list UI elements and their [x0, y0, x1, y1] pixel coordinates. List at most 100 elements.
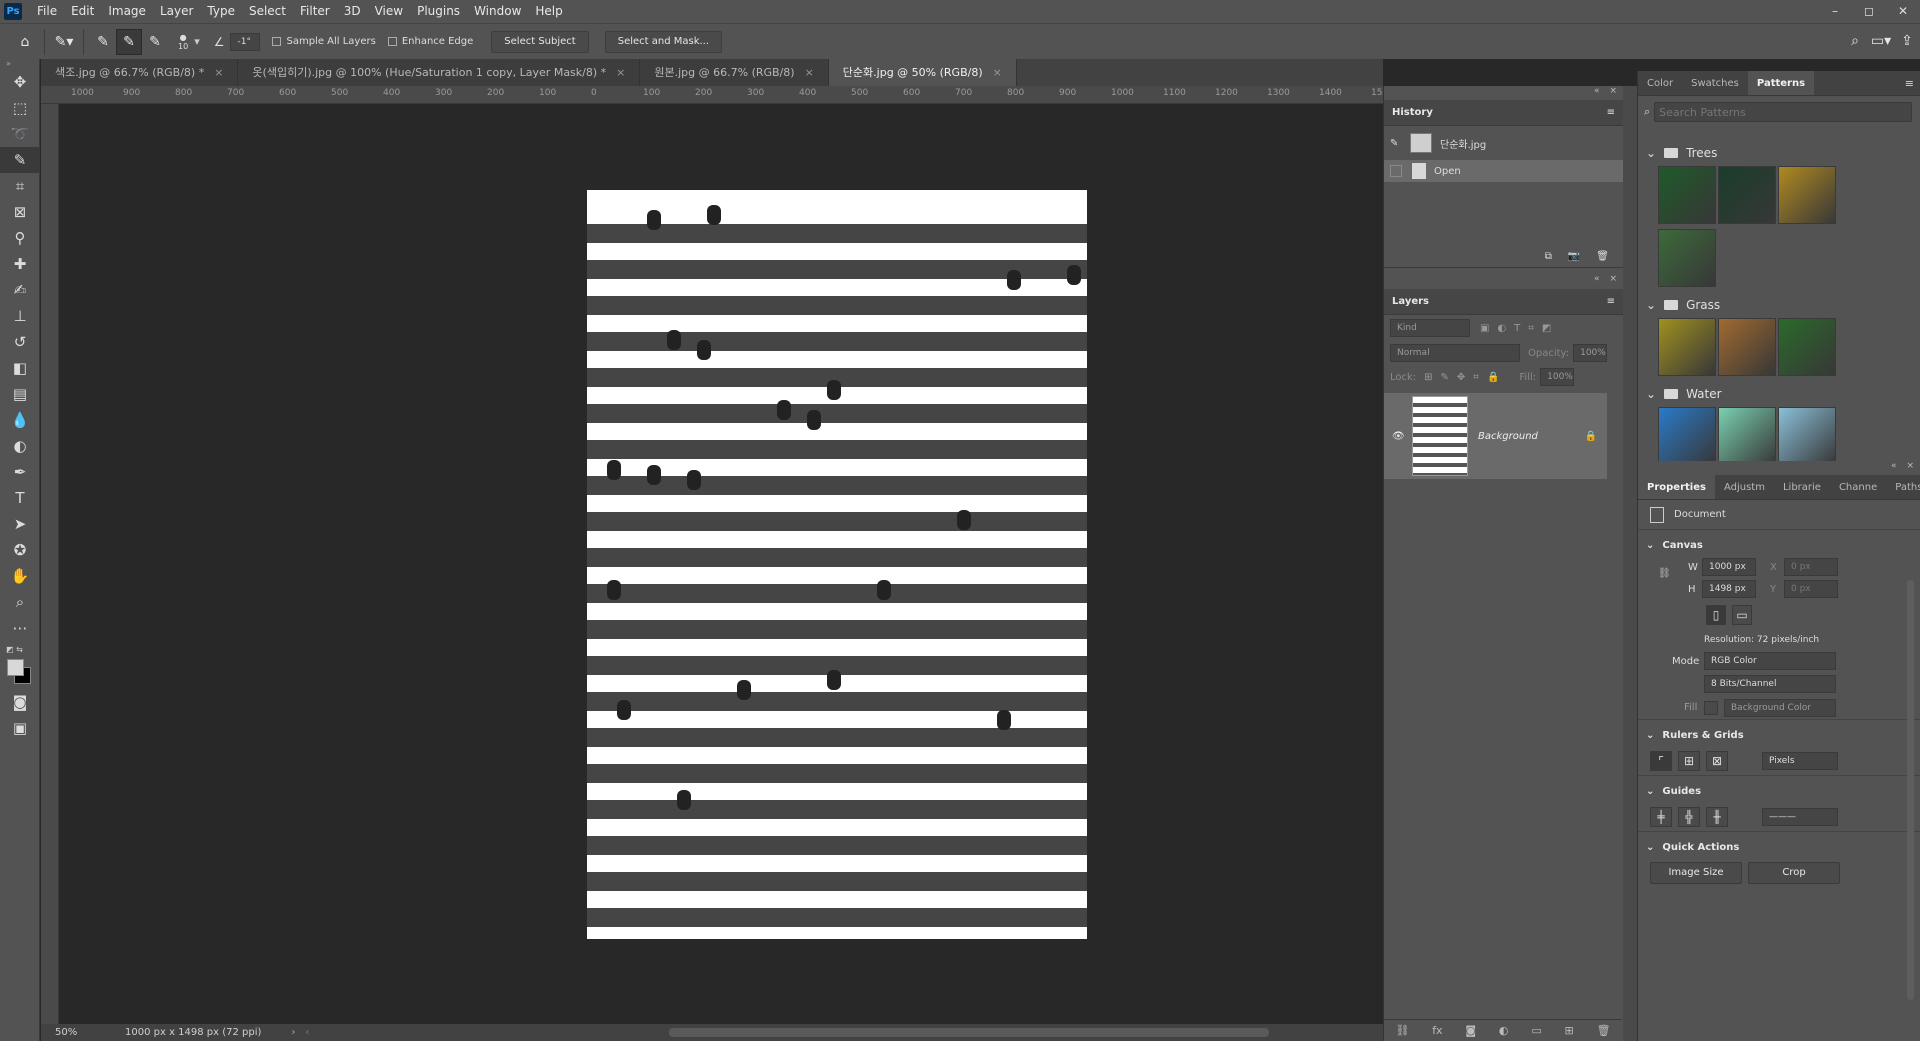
screen-mode-icon[interactable]: ▣ [0, 715, 40, 741]
quick-selection-preset-icon[interactable]: ✎▾ [51, 29, 77, 55]
tab-libraries[interactable]: Librarie [1774, 475, 1830, 499]
pattern-group-trees[interactable]: ⌄ Trees [1638, 142, 1920, 164]
chevron-down-icon[interactable]: ⌄ [1646, 540, 1654, 551]
fill-dropdown[interactable]: Background Color [1724, 698, 1836, 717]
opacity-field[interactable]: 100% [1573, 344, 1608, 362]
horizontal-scrollbar[interactable] [669, 1028, 1270, 1037]
menu-select[interactable]: Select [242, 0, 293, 23]
blur-tool-icon[interactable]: 💧 [0, 407, 40, 433]
type-tool-icon[interactable]: T [0, 485, 40, 511]
blend-mode-dropdown[interactable]: Normal [1390, 344, 1520, 362]
foreground-color-swatch[interactable] [7, 659, 24, 676]
tab-doc-3[interactable]: 원본.jpg @ 66.7% (RGB/8) × [640, 59, 829, 86]
history-snapshot[interactable]: ✎ 단순화.jpg [1384, 126, 1623, 160]
search-icon[interactable]: ⌕ [1842, 28, 1868, 54]
menu-file[interactable]: File [30, 0, 64, 23]
tab-paths[interactable]: Paths [1886, 475, 1920, 499]
bits-dropdown[interactable]: 8 Bits/Channel [1704, 675, 1836, 693]
shape-tool-icon[interactable]: ✪ [0, 537, 40, 563]
pattern-swatch[interactable] [1658, 318, 1716, 376]
eraser-tool-icon[interactable]: ◧ [0, 355, 40, 381]
properties-scrollbar[interactable] [1907, 580, 1914, 1000]
fx-icon[interactable]: fx [1432, 1024, 1442, 1037]
collapse-icon[interactable]: » [0, 59, 39, 69]
tab-doc-4[interactable]: 단순화.jpg @ 50% (RGB/8) × [828, 59, 1017, 86]
move-tool-icon[interactable]: ✥ [0, 69, 40, 95]
add-to-selection-icon[interactable]: ✎ [116, 28, 142, 55]
pen-tool-icon[interactable]: ✒ [0, 459, 40, 485]
grid-icon[interactable]: ⊞ [1678, 750, 1700, 771]
menu-layer[interactable]: Layer [153, 0, 200, 23]
tab-properties[interactable]: Properties [1638, 475, 1715, 499]
crop-tool-icon[interactable]: ⌗ [0, 173, 40, 199]
color-swatches[interactable]: ◩ ⇆ [0, 641, 39, 689]
layers-title[interactable]: Layers [1392, 296, 1429, 307]
pattern-swatch[interactable] [1658, 166, 1716, 224]
panel-menu-icon[interactable]: ≡ [1905, 71, 1914, 95]
quick-actions-header[interactable]: ⌄ Quick Actions [1638, 836, 1920, 858]
mode-dropdown[interactable]: RGB Color [1704, 652, 1836, 670]
history-item-open[interactable]: Open [1384, 160, 1623, 182]
restore-button[interactable]: ◻ [1852, 0, 1886, 23]
y-field[interactable]: 0 px [1784, 580, 1838, 598]
chevron-down-icon[interactable]: ▾ [194, 35, 200, 48]
brush-tool-icon[interactable]: ✍ [0, 277, 40, 303]
pattern-group-water[interactable]: ⌄ Water [1638, 383, 1920, 405]
history-brush-source-icon[interactable]: ✎ [1390, 138, 1406, 149]
canvas-section-header[interactable]: ⌄ Canvas [1638, 534, 1920, 556]
trash-icon[interactable]: 🗑 [1597, 1024, 1611, 1037]
menu-edit[interactable]: Edit [64, 0, 101, 23]
menu-window[interactable]: Window [467, 0, 528, 23]
image-size-button[interactable]: Image Size [1650, 862, 1742, 884]
brush-size-picker[interactable]: ● 10 [178, 33, 188, 51]
new-guide-icon[interactable]: ╬ [1678, 806, 1700, 827]
pattern-swatch[interactable] [1718, 166, 1776, 224]
guides-header[interactable]: ⌄ Guides [1638, 780, 1920, 802]
lock-icons[interactable]: ⊞✎✥⌗🔒 [1424, 372, 1507, 383]
select-subject-button[interactable]: Select Subject [491, 30, 589, 53]
new-document-from-state-icon[interactable]: ⧉ [1545, 251, 1552, 262]
menu-3d[interactable]: 3D [337, 0, 368, 23]
tab-color[interactable]: Color [1638, 71, 1682, 95]
pattern-swatch[interactable] [1718, 318, 1776, 376]
document-image-crosswalk[interactable] [587, 190, 1087, 939]
zoom-tool-icon[interactable]: ⌕ [0, 589, 40, 615]
crop-button[interactable]: Crop [1748, 862, 1840, 884]
chevron-down-icon[interactable]: ⌄ [1646, 730, 1654, 741]
ruler-icon[interactable]: ⌜ [1650, 750, 1672, 771]
menu-filter[interactable]: Filter [293, 0, 337, 23]
history-state-checkbox[interactable] [1390, 165, 1402, 177]
close-icon[interactable]: × [805, 66, 814, 79]
pattern-swatch[interactable] [1718, 407, 1776, 461]
new-layer-icon[interactable]: ⊞ [1565, 1024, 1574, 1037]
pattern-swatch[interactable] [1658, 229, 1716, 287]
history-title[interactable]: History [1392, 107, 1433, 118]
marquee-tool-icon[interactable]: ⬚ [0, 95, 40, 121]
default-colors-icon[interactable]: ◩ ⇆ [6, 645, 23, 654]
collapse-icon[interactable]: « [1891, 461, 1897, 475]
eye-icon[interactable]: 👁 [1392, 431, 1406, 442]
menu-view[interactable]: View [368, 0, 410, 23]
close-icon[interactable]: × [214, 66, 223, 79]
fill-field[interactable]: 100% [1540, 368, 1575, 386]
lasso-tool-icon[interactable]: ➰ [0, 121, 40, 147]
pattern-swatch[interactable] [1778, 166, 1836, 224]
clone-stamp-tool-icon[interactable]: ⊥ [0, 303, 40, 329]
more-tools-icon[interactable]: ⋯ [0, 615, 40, 641]
workspace-icon[interactable]: ▭▾ [1868, 28, 1894, 54]
hand-tool-icon[interactable]: ✋ [0, 563, 40, 589]
close-icon[interactable]: × [1906, 461, 1914, 475]
pattern-swatch[interactable] [1658, 407, 1716, 461]
group-folder-icon[interactable]: ▭ [1531, 1024, 1541, 1037]
close-button[interactable]: ✕ [1886, 0, 1920, 23]
search-patterns-input[interactable] [1654, 102, 1912, 122]
add-mask-icon[interactable]: ◙ [1465, 1024, 1476, 1037]
menu-plugins[interactable]: Plugins [410, 0, 467, 23]
dodge-tool-icon[interactable]: ◐ [0, 433, 40, 459]
landscape-icon[interactable]: ▭ [1732, 605, 1752, 625]
healing-brush-tool-icon[interactable]: ✚ [0, 251, 40, 277]
panel-menu-icon[interactable]: ≡ [1607, 296, 1615, 307]
menu-image[interactable]: Image [101, 0, 153, 23]
fill-color-swatch[interactable] [1704, 700, 1718, 715]
collapse-icon[interactable]: « [1594, 274, 1600, 284]
